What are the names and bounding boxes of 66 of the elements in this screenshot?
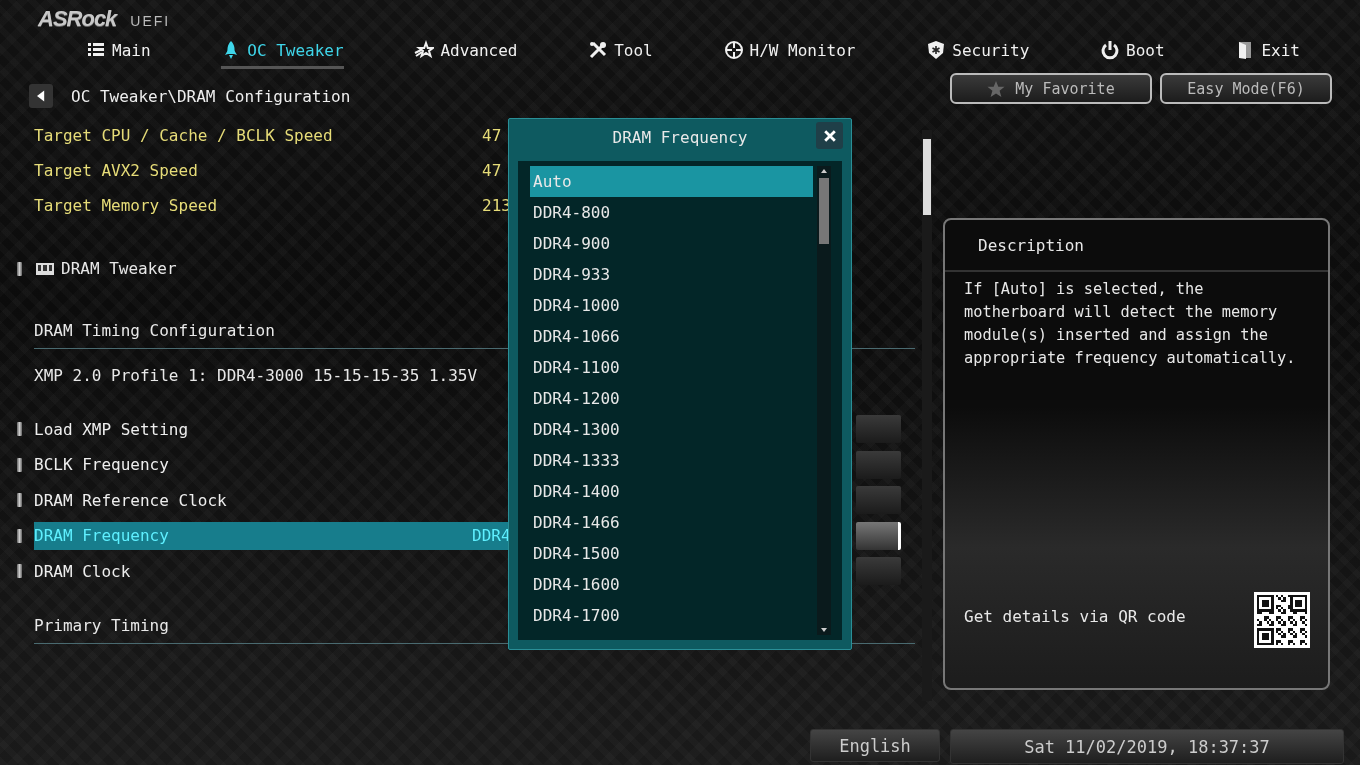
nav-tab[interactable]: Tool xyxy=(588,38,653,69)
qr-caption: Get details via QR code xyxy=(964,607,1186,626)
date-time: Sat 11/02/2019, 18:37:37 xyxy=(950,729,1344,764)
nav-tab[interactable]: OC Tweaker xyxy=(221,38,344,69)
brand-logo: ASRock xyxy=(38,6,117,32)
setting-label: Target Memory Speed xyxy=(34,196,219,215)
tools-icon xyxy=(588,40,609,60)
frequency-option[interactable]: DDR4-1000 xyxy=(530,290,813,321)
value-box[interactable] xyxy=(856,521,901,550)
qr-code-icon xyxy=(1254,592,1310,648)
language-button[interactable]: English xyxy=(810,729,940,762)
star-icon xyxy=(987,79,1006,98)
crosshair-icon xyxy=(723,40,744,60)
option-marker xyxy=(17,493,22,507)
option-marker xyxy=(17,422,22,436)
frequency-option[interactable]: DDR4-1066 xyxy=(530,321,813,352)
setting-label: DRAM Reference Clock xyxy=(34,490,228,510)
nav-tab[interactable]: Exit xyxy=(1235,38,1300,69)
product-label: UEFI xyxy=(130,13,171,29)
power-icon xyxy=(1100,40,1121,60)
frequency-option[interactable]: DDR4-900 xyxy=(530,228,813,259)
submenu-label[interactable]: DRAM Tweaker xyxy=(61,259,177,278)
back-button[interactable] xyxy=(29,84,53,108)
scroll-thumb[interactable] xyxy=(819,178,829,244)
setting-label: BCLK Frequency xyxy=(34,455,170,474)
description-text: If [Auto] is selected, the motherboard will detect the memory module(s) inserted and assign the appropriate frequency automatically. xyxy=(963,279,1297,369)
option-marker xyxy=(17,457,22,472)
frequency-option[interactable]: DDR4-1100 xyxy=(530,352,813,383)
profile-info: XMP 2.0 Profile 1: DDR4-3000 15-15-15-35 1.35V xyxy=(34,366,478,385)
setting-value: 47 xyxy=(482,126,502,145)
close-button[interactable] xyxy=(816,122,843,149)
frequency-option[interactable]: DDR4-800 xyxy=(530,197,813,228)
shooting-star-icon xyxy=(414,40,435,60)
panel-title: Description xyxy=(945,220,1328,272)
section-heading: DRAM Timing Configuration xyxy=(34,321,275,340)
scrollbar[interactable] xyxy=(817,166,831,635)
nav-tab[interactable]: Security xyxy=(926,38,1030,69)
section-heading: Primary Timing xyxy=(34,616,169,635)
favorite-button[interactable]: My Favorite xyxy=(950,73,1152,104)
setting-label: Load XMP Setting xyxy=(34,419,190,439)
setting-value: 47 xyxy=(482,161,502,180)
setting-label: Target CPU / Cache / BCLK Speed xyxy=(34,126,334,145)
frequency-option[interactable]: DDR4-933 xyxy=(530,259,813,290)
option-marker xyxy=(17,564,22,578)
frequency-option[interactable]: DDR4-1200 xyxy=(530,383,813,414)
nav-tab[interactable]: Main xyxy=(86,38,151,69)
frequency-option[interactable]: DDR4-1700 xyxy=(530,600,813,631)
breadcrumb-path: OC Tweaker\DRAM Configuration xyxy=(71,86,352,106)
frequency-option[interactable]: DDR4-1300 xyxy=(530,414,813,445)
dialog-title: DRAM Frequency xyxy=(612,127,748,147)
nav-tab[interactable]: H/W Monitor xyxy=(723,38,856,69)
mode-button[interactable]: Easy Mode(F6) xyxy=(1160,73,1332,104)
nav-tab[interactable]: Boot xyxy=(1100,38,1165,69)
frequency-option[interactable]: DDR4-1333 xyxy=(530,445,813,476)
setting-label: DRAM Frequency xyxy=(34,526,170,545)
shield-icon xyxy=(926,40,947,60)
setting-label: DRAM Clock xyxy=(34,561,132,581)
setting-label: Target AVX2 Speed xyxy=(34,161,199,180)
nav-tab[interactable]: Advanced xyxy=(414,38,518,69)
scrollbar[interactable] xyxy=(922,130,932,701)
option-marker xyxy=(17,528,22,543)
scroll-thumb[interactable] xyxy=(923,139,931,215)
frequency-option[interactable]: DDR4-1600 xyxy=(530,569,813,600)
setting-value: DDR4 xyxy=(472,526,512,545)
frequency-option[interactable]: DDR4-1400 xyxy=(530,476,813,507)
submenu-marker xyxy=(17,261,22,276)
